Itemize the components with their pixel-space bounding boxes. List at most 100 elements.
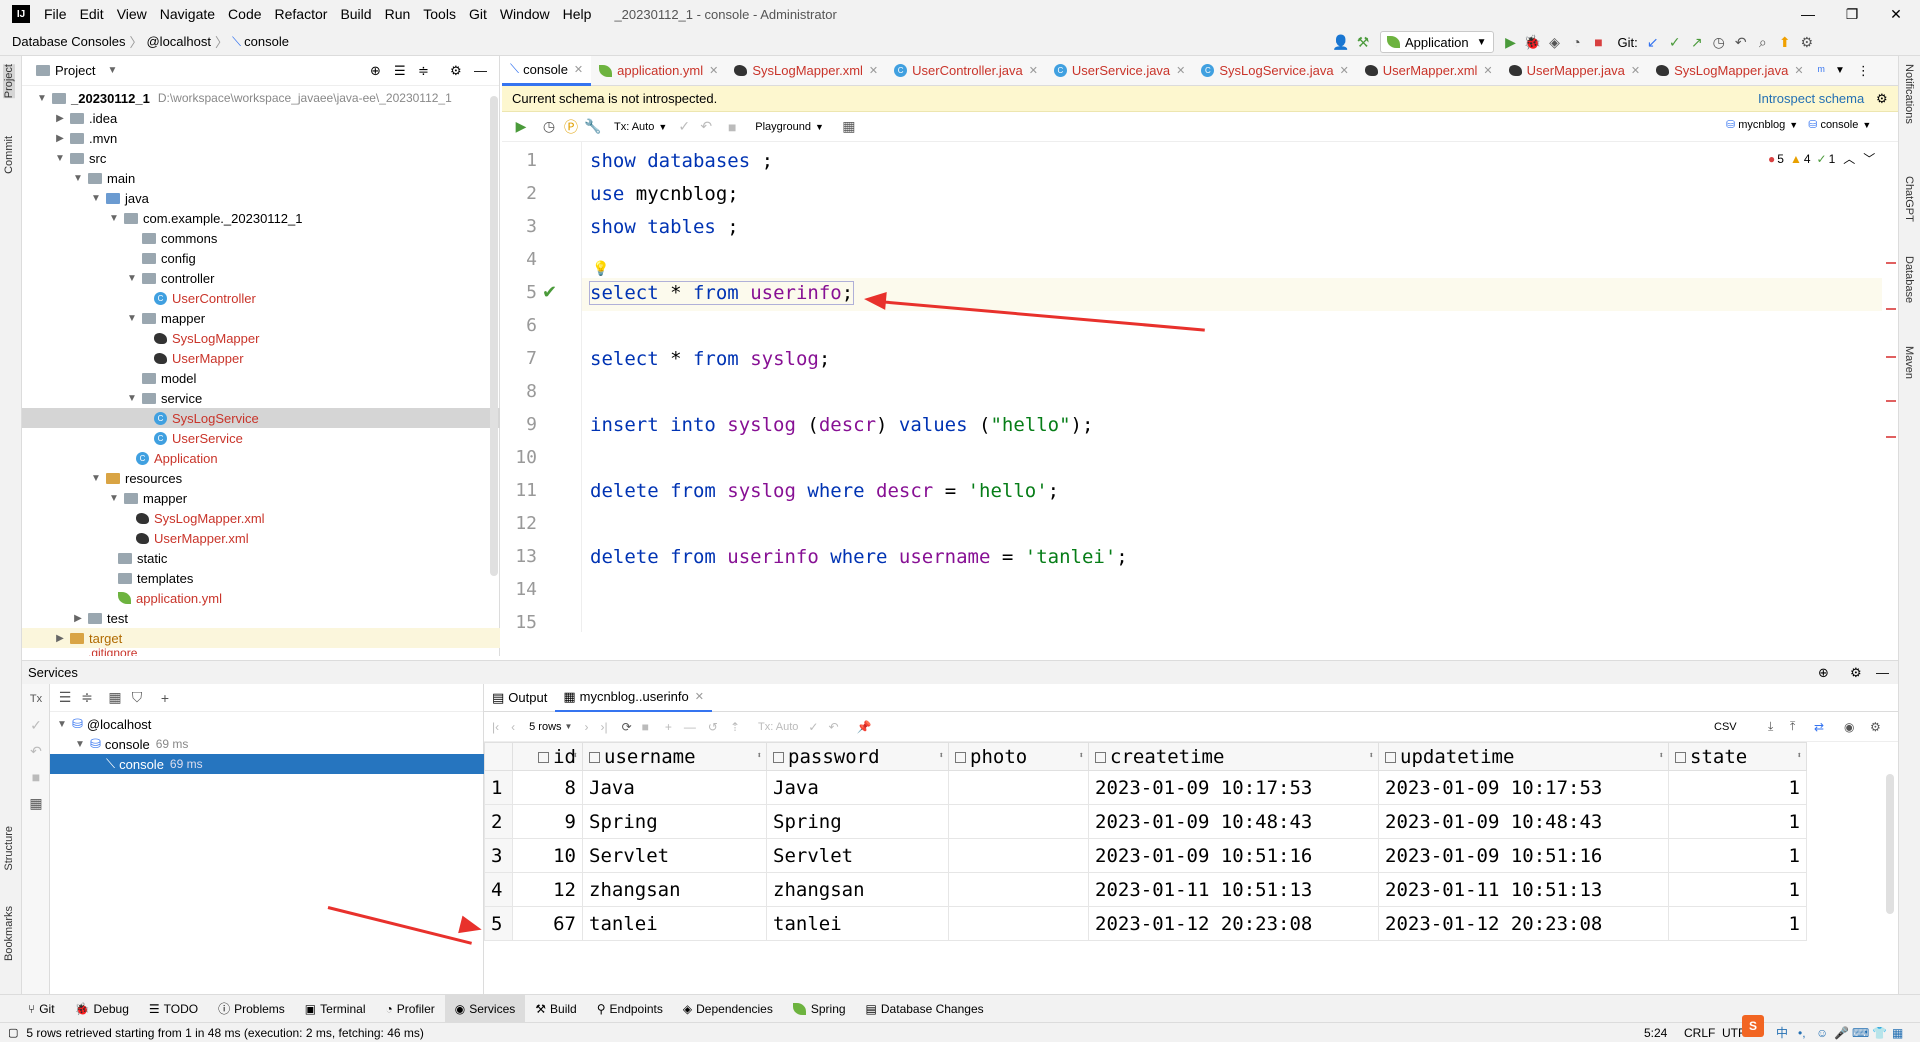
tree-item-java[interactable]: ▼ java xyxy=(22,188,500,208)
cell-password[interactable]: zhangsan xyxy=(766,872,949,907)
tree-item-templates[interactable]: templates xyxy=(22,568,500,588)
tree-item-model[interactable]: model xyxy=(22,368,500,388)
more-tabs-icon[interactable]: ᵐ xyxy=(1818,63,1825,78)
stop-icon[interactable]: ■ xyxy=(1588,31,1610,53)
tree-item-commons[interactable]: commons xyxy=(22,228,500,248)
maven-tool-tab[interactable]: Maven xyxy=(1903,346,1915,379)
menu-tools[interactable]: Tools xyxy=(423,6,456,22)
cell-id[interactable]: 10 xyxy=(512,838,583,873)
tab-usermapper-xml[interactable]: UserMapper.xml ✕ xyxy=(1357,56,1501,86)
bottom-tab-database-changes[interactable]: ▤ Database Changes xyxy=(856,995,994,1023)
run-icon[interactable]: ▶ xyxy=(1500,31,1522,53)
cell-updatetime[interactable]: 2023-01-11 10:51:13 xyxy=(1378,872,1669,907)
hide-icon[interactable]: — xyxy=(1876,665,1889,680)
notifications-tool-tab[interactable]: Notifications xyxy=(1903,64,1915,124)
tab-usercontroller-java[interactable]: C UserController.java ✕ xyxy=(886,56,1046,86)
cell-state[interactable]: 1 xyxy=(1668,872,1807,907)
explain-plan-icon[interactable]: Ⓟ xyxy=(560,116,582,138)
bottom-tab-todo[interactable]: ☰ TODO xyxy=(139,995,208,1023)
options-gear-icon[interactable]: ⚙ xyxy=(450,63,462,79)
bottom-tab-profiler[interactable]: ◔ Profiler xyxy=(376,995,445,1023)
tree-item-config[interactable]: config xyxy=(22,248,500,268)
expand-all-icon[interactable]: ☰ xyxy=(394,63,406,79)
tree-item-usermapper-xml[interactable]: UserMapper.xml xyxy=(22,528,500,548)
download-icon[interactable]: ⤓ xyxy=(1768,719,1773,734)
collapse-all-icon[interactable]: ≑ xyxy=(76,687,98,709)
bookmarks-tool-tab[interactable]: Bookmarks xyxy=(3,906,15,961)
tab-syslogmapper-xml[interactable]: SysLogMapper.xml ✕ xyxy=(726,56,886,86)
pin-icon[interactable]: 📌 xyxy=(857,720,872,734)
introspect-schema-link[interactable]: Introspect schema xyxy=(1758,91,1864,106)
cell-state[interactable]: 1 xyxy=(1668,838,1807,873)
stop-icon[interactable]: ■ xyxy=(642,720,649,734)
cell-createtime[interactable]: 2023-01-09 10:48:43 xyxy=(1088,804,1379,839)
tab-console[interactable]: ⟍ console ✕ xyxy=(502,55,592,86)
sort-icon[interactable]: ⬍ xyxy=(1369,751,1374,761)
add-icon[interactable]: + xyxy=(154,687,176,709)
bottom-tab-dependencies[interactable]: ◈ Dependencies xyxy=(673,995,783,1023)
bottom-tab-debug[interactable]: 🐞 Debug xyxy=(65,995,139,1023)
cell-updatetime[interactable]: 2023-01-09 10:48:43 xyxy=(1378,804,1669,839)
settings-gear-icon[interactable]: ⚙ xyxy=(1876,91,1888,107)
tab-output[interactable]: ▤ Output xyxy=(484,684,555,712)
cell-password[interactable]: Servlet xyxy=(766,838,949,873)
keyboard-icon[interactable]: ⌨ xyxy=(1852,1026,1869,1040)
tree-item-main[interactable]: ▼ main xyxy=(22,168,500,188)
results-scrollbar[interactable] xyxy=(1886,774,1894,914)
service-session[interactable]: ⟍ console 69 ms xyxy=(50,754,484,774)
error-stripe-mark[interactable] xyxy=(1886,356,1896,358)
tab-userservice-java[interactable]: C UserService.java ✕ xyxy=(1046,56,1193,86)
cell-updatetime[interactable]: 2023-01-09 10:17:53 xyxy=(1378,770,1669,805)
commit-tool-tab[interactable]: Commit xyxy=(3,136,15,174)
column-header-photo[interactable]: photo ⬍ xyxy=(948,742,1089,771)
chevron-down-icon[interactable]: ▼ xyxy=(107,65,117,76)
close-tab-icon[interactable]: ✕ xyxy=(1794,64,1803,77)
cell-id[interactable]: 67 xyxy=(512,906,583,941)
cell-createtime[interactable]: 2023-01-12 20:23:08 xyxy=(1088,906,1379,941)
chatgpt-tool-tab[interactable]: ChatGPT xyxy=(1903,176,1915,222)
result-grid[interactable]: id ⬍ username ⬍ password ⬍ photo ⬍ createtim… xyxy=(484,742,1807,941)
menu-navigate[interactable]: Navigate xyxy=(160,6,215,22)
table-row[interactable]: 4 12 zhangsan zhangsan 2023-01-11 10:51:… xyxy=(484,872,1807,907)
cell-createtime[interactable]: 2023-01-09 10:17:53 xyxy=(1088,770,1379,805)
tree-item-application[interactable]: C Application xyxy=(22,448,500,468)
menu-build[interactable]: Build xyxy=(340,6,371,22)
inspection-widget[interactable]: ● 5 ▲ 4 ✓ 1 ︿ ﹀ xyxy=(1768,150,1875,167)
bottom-tab-build[interactable]: ⚒ Build xyxy=(525,995,586,1023)
profile-icon[interactable]: ◔ xyxy=(1566,31,1588,53)
bottom-tab-terminal[interactable]: ▣ Terminal xyxy=(295,995,376,1023)
cell-photo[interactable] xyxy=(948,770,1089,805)
cell-id[interactable]: 9 xyxy=(512,804,583,839)
ime-mode-icon[interactable]: 中 xyxy=(1776,1024,1788,1041)
add-row-icon[interactable]: + xyxy=(665,720,672,734)
tree-item-test[interactable]: ▶ test xyxy=(22,608,500,628)
commit-icon[interactable]: ✓ xyxy=(808,720,818,734)
maximize-icon[interactable]: ❐ xyxy=(1830,0,1874,28)
history-icon[interactable]: ◷ xyxy=(538,116,560,138)
history-icon[interactable]: ◷ xyxy=(1708,31,1730,53)
more-options-icon[interactable]: ⋮ xyxy=(1857,63,1870,79)
project-scrollbar[interactable] xyxy=(490,96,498,576)
compare-icon[interactable]: ⇄ xyxy=(1814,720,1824,734)
execute-icon[interactable]: ▶ xyxy=(510,116,532,138)
intention-bulb-icon[interactable]: 💡 xyxy=(592,260,609,277)
cell-password[interactable]: Java xyxy=(766,770,949,805)
hide-icon[interactable]: — xyxy=(474,63,487,78)
rows-count-select[interactable]: 5 rows xyxy=(529,721,561,733)
tree-item-usermapper[interactable]: UserMapper xyxy=(22,348,500,368)
settings-gear-icon[interactable]: ⚙ xyxy=(1796,31,1818,53)
column-header-state[interactable]: state ⬍ xyxy=(1668,742,1807,771)
wrench-icon[interactable]: 🔧 xyxy=(582,116,604,138)
cell-state[interactable]: 1 xyxy=(1668,906,1807,941)
collapse-all-icon[interactable]: ≑ xyxy=(418,63,429,79)
breadcrumb-localhost[interactable]: @localhost xyxy=(146,34,211,49)
menu-view[interactable]: View xyxy=(117,6,147,22)
close-icon[interactable]: ✕ xyxy=(1874,0,1918,28)
tree-item-target[interactable]: ▶ target xyxy=(22,628,500,648)
reload-icon[interactable]: ⟳ xyxy=(622,720,632,734)
rollback-icon[interactable]: ↶ xyxy=(828,720,838,734)
menu-file[interactable]: File xyxy=(44,6,67,22)
project-tool-tab[interactable]: Project xyxy=(3,64,15,99)
last-page-icon[interactable]: ›| xyxy=(600,720,607,734)
settings-gear-icon[interactable]: ⚙ xyxy=(1850,665,1862,681)
